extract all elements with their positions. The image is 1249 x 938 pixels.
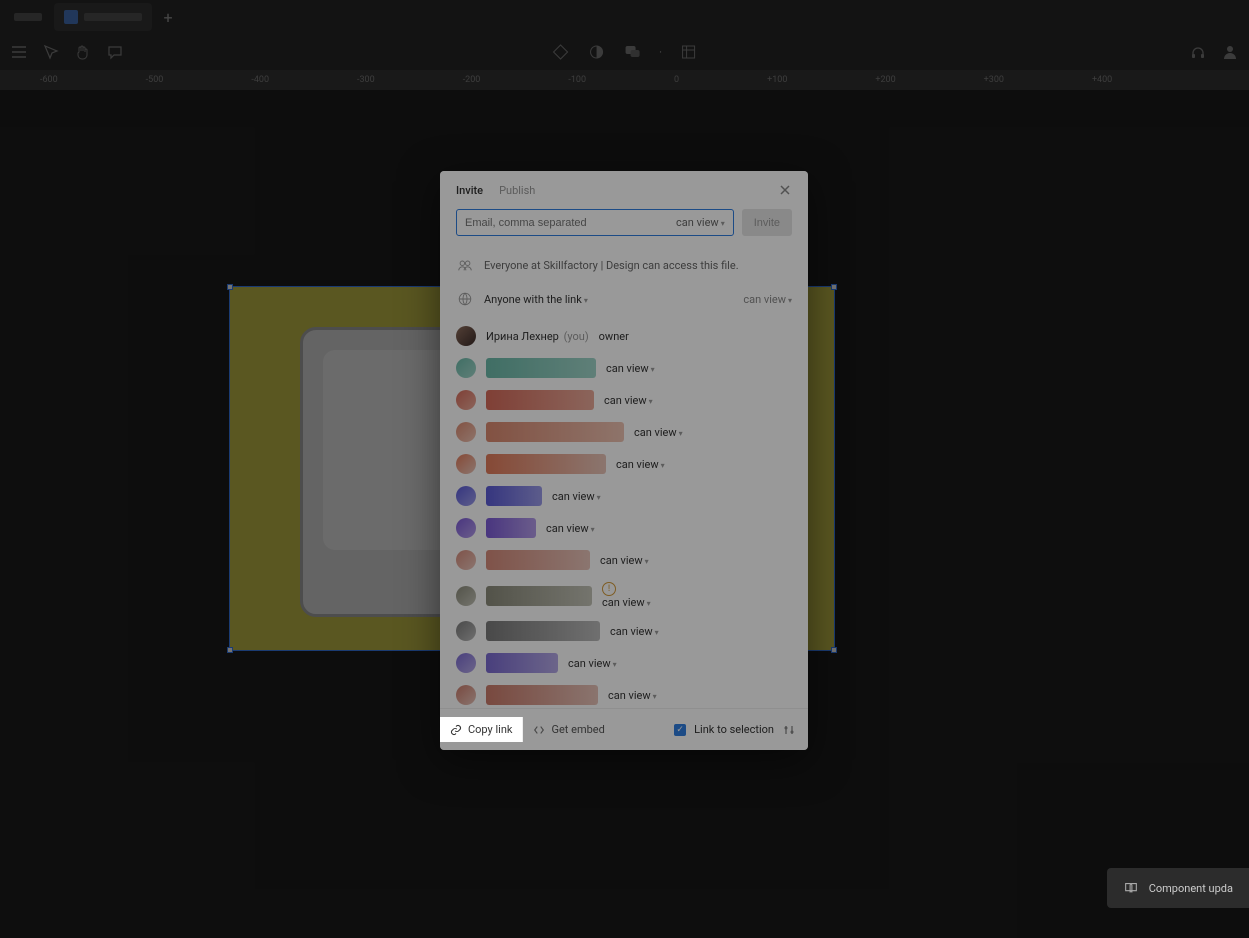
collaborator-row: can view▾ [440,384,808,416]
warning-icon: ! [602,582,616,596]
code-icon [533,724,545,736]
dialog-header: Invite Publish [440,171,808,209]
collaborator-row: can view▾ [440,647,808,679]
redacted-name [486,550,590,570]
collab-perm-dropdown[interactable]: can view▾ [616,458,665,471]
you-label: (you) [564,330,589,343]
close-icon[interactable] [778,183,792,197]
owner-role: owner [599,330,629,343]
collab-perm-dropdown[interactable]: can view▾ [552,490,601,503]
collaborator-row: can view▾ [440,448,808,480]
get-embed-button[interactable]: Get embed [523,717,614,742]
collab-perm-dropdown[interactable]: can view▾ [610,625,659,638]
avatar [456,550,476,570]
redacted-name [486,422,624,442]
email-input-wrap[interactable]: can view▾ [456,209,734,236]
avatar [456,486,476,506]
collaborator-row: !can view▾ [440,576,808,615]
owner-name: Ирина Лехнер [486,330,559,343]
collaborator-row: can view▾ [440,615,808,647]
team-access-row: Everyone at Skillfactory | Design can ac… [440,248,808,282]
avatar [456,390,476,410]
collaborator-row: can view▾ [440,512,808,544]
dialog-footer: Copy link Get embed ✓ Link to selection [440,708,808,750]
book-icon [1123,880,1139,896]
tab-publish[interactable]: Publish [499,184,535,197]
redacted-name [486,653,558,673]
redacted-name [486,454,606,474]
avatar [456,358,476,378]
link-access-label: Anyone with the link▾ [484,293,588,306]
link-icon [450,724,462,736]
link-access-row[interactable]: Anyone with the link▾ can view▾ [440,282,808,316]
avatar [456,621,476,641]
collab-perm-dropdown[interactable]: can view▾ [606,362,655,375]
redacted-name [486,685,598,705]
avatar [456,586,476,606]
link-to-selection-checkbox[interactable]: ✓ [674,724,686,736]
collab-perm-dropdown[interactable]: can view▾ [546,522,595,535]
collab-perm-dropdown[interactable]: !can view▾ [602,582,651,609]
collaborator-row: can view▾ [440,480,808,512]
collaborator-list: Ирина Лехнер (you) owner can view▾ can vi… [440,316,808,708]
collab-perm-dropdown[interactable]: can view▾ [568,657,617,670]
collab-perm-dropdown[interactable]: can view▾ [604,394,653,407]
avatar [456,326,476,346]
collab-perm-dropdown[interactable]: can view▾ [600,554,649,567]
collab-perm-dropdown[interactable]: can view▾ [634,426,683,439]
avatar [456,422,476,442]
tab-invite[interactable]: Invite [456,184,483,197]
collaborator-row: can view▾ [440,352,808,384]
toast-text: Component upda [1149,882,1233,895]
redacted-name [486,358,596,378]
collab-perm-dropdown[interactable]: can view▾ [608,689,657,702]
redacted-name [486,390,594,410]
share-settings-icon[interactable] [782,723,796,737]
redacted-name [486,486,542,506]
link-to-selection-label: Link to selection [694,723,774,736]
team-access-text: Everyone at Skillfactory | Design can ac… [484,259,739,272]
collaborator-row: can view▾ [440,416,808,448]
avatar [456,653,476,673]
email-field[interactable] [465,217,670,229]
collaborator-row: can view▾ [440,544,808,576]
avatar [456,518,476,538]
team-icon [456,256,474,274]
link-perm-dropdown[interactable]: can view▾ [743,293,792,306]
redacted-name [486,586,592,606]
owner-row: Ирина Лехнер (you) owner [440,320,808,352]
collaborator-row: can view▾ [440,679,808,708]
globe-icon [456,290,474,308]
invite-button[interactable]: Invite [742,209,792,236]
copy-link-button[interactable]: Copy link [440,717,523,742]
share-dialog: Invite Publish can view▾ Invite Everyone… [440,171,808,750]
avatar [456,454,476,474]
redacted-name [486,518,536,538]
redacted-name [486,621,600,641]
toast-notification[interactable]: Component upda [1107,868,1249,908]
perm-dropdown[interactable]: can view▾ [676,216,725,229]
avatar [456,685,476,705]
